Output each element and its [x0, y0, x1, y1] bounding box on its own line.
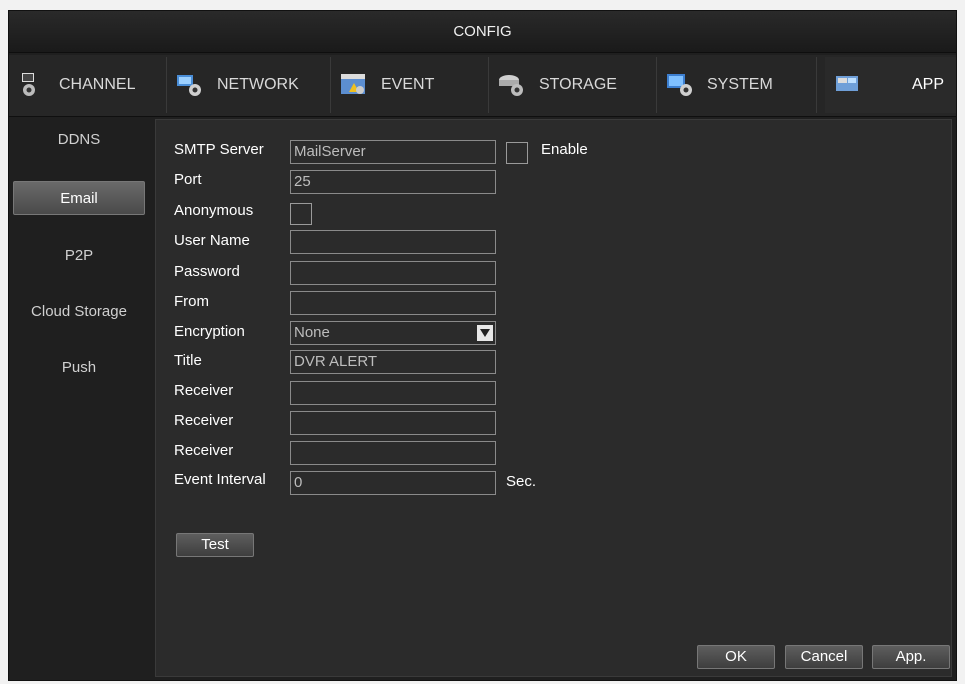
- receiver-label: Receiver: [174, 442, 234, 459]
- sidebar-item-ddns[interactable]: DDNS: [13, 123, 145, 157]
- receiver-label: Receiver: [174, 412, 234, 429]
- receiver-field-3[interactable]: [290, 441, 496, 465]
- password-label: Password: [174, 263, 240, 280]
- config-window: CONFIG CHANNEL NETWORK EVENT STORAGE SYS…: [8, 10, 957, 681]
- receiver-label: Receiver: [174, 382, 234, 399]
- cancel-button[interactable]: Cancel: [785, 645, 863, 669]
- title-label: Title: [174, 352, 202, 369]
- anonymous-checkbox[interactable]: [290, 203, 312, 225]
- sidebar: DDNS Email P2P Cloud Storage Push: [9, 119, 155, 679]
- from-field[interactable]: [290, 291, 496, 315]
- network-icon: [177, 75, 201, 96]
- receiver-field-1[interactable]: [290, 381, 496, 405]
- tab-channel-label: CHANNEL: [59, 76, 136, 93]
- smtp-server-field[interactable]: MailServer: [290, 140, 496, 164]
- title-field[interactable]: DVR ALERT: [290, 350, 496, 374]
- main-tab-bar: CHANNEL NETWORK EVENT STORAGE SYSTEM APP: [9, 55, 956, 117]
- tab-app[interactable]: APP: [825, 57, 956, 113]
- apply-button[interactable]: App.: [872, 645, 950, 669]
- encryption-label: Encryption: [174, 323, 245, 340]
- smtp-server-label: SMTP Server: [174, 141, 264, 158]
- event-interval-unit: Sec.: [506, 473, 537, 490]
- receiver-field-2[interactable]: [290, 411, 496, 435]
- tab-storage[interactable]: STORAGE: [497, 57, 657, 113]
- password-field[interactable]: [290, 261, 496, 285]
- tab-system[interactable]: SYSTEM: [665, 57, 817, 113]
- user-name-label: User Name: [174, 232, 250, 249]
- user-name-field[interactable]: [290, 230, 496, 254]
- tab-event[interactable]: EVENT: [339, 57, 489, 113]
- tab-storage-label: STORAGE: [539, 76, 617, 93]
- sidebar-item-cloud-storage[interactable]: Cloud Storage: [13, 295, 145, 329]
- app-icon: [836, 76, 858, 91]
- anonymous-label: Anonymous: [174, 202, 254, 219]
- encryption-value: None: [294, 324, 330, 341]
- tab-network[interactable]: NETWORK: [175, 57, 331, 113]
- event-interval-field[interactable]: 0: [290, 471, 496, 495]
- ok-button[interactable]: OK: [697, 645, 775, 669]
- enable-checkbox[interactable]: [506, 142, 528, 164]
- system-icon: [667, 74, 692, 96]
- chevron-down-icon[interactable]: [477, 325, 493, 341]
- window-title: CONFIG: [9, 11, 956, 53]
- sidebar-item-email[interactable]: Email: [13, 181, 145, 215]
- storage-icon: [499, 75, 523, 96]
- tab-app-label: APP: [911, 76, 944, 93]
- encryption-select[interactable]: None: [290, 321, 496, 345]
- event-interval-label: Event Interval: [174, 471, 266, 488]
- event-icon: [341, 74, 365, 94]
- from-label: From: [174, 293, 209, 310]
- tab-system-label: SYSTEM: [707, 76, 773, 93]
- enable-label: Enable: [541, 141, 588, 158]
- tab-channel[interactable]: CHANNEL: [17, 57, 167, 113]
- port-field[interactable]: 25: [290, 170, 496, 194]
- test-button[interactable]: Test: [176, 533, 254, 557]
- tab-event-label: EVENT: [381, 76, 435, 93]
- sidebar-item-push[interactable]: Push: [13, 351, 145, 385]
- tab-network-label: NETWORK: [217, 76, 299, 93]
- port-label: Port: [174, 171, 202, 188]
- sidebar-item-p2p[interactable]: P2P: [13, 239, 145, 273]
- email-settings-panel: SMTP Server MailServer Enable Port 25 An…: [155, 119, 952, 677]
- channel-icon: [22, 73, 35, 96]
